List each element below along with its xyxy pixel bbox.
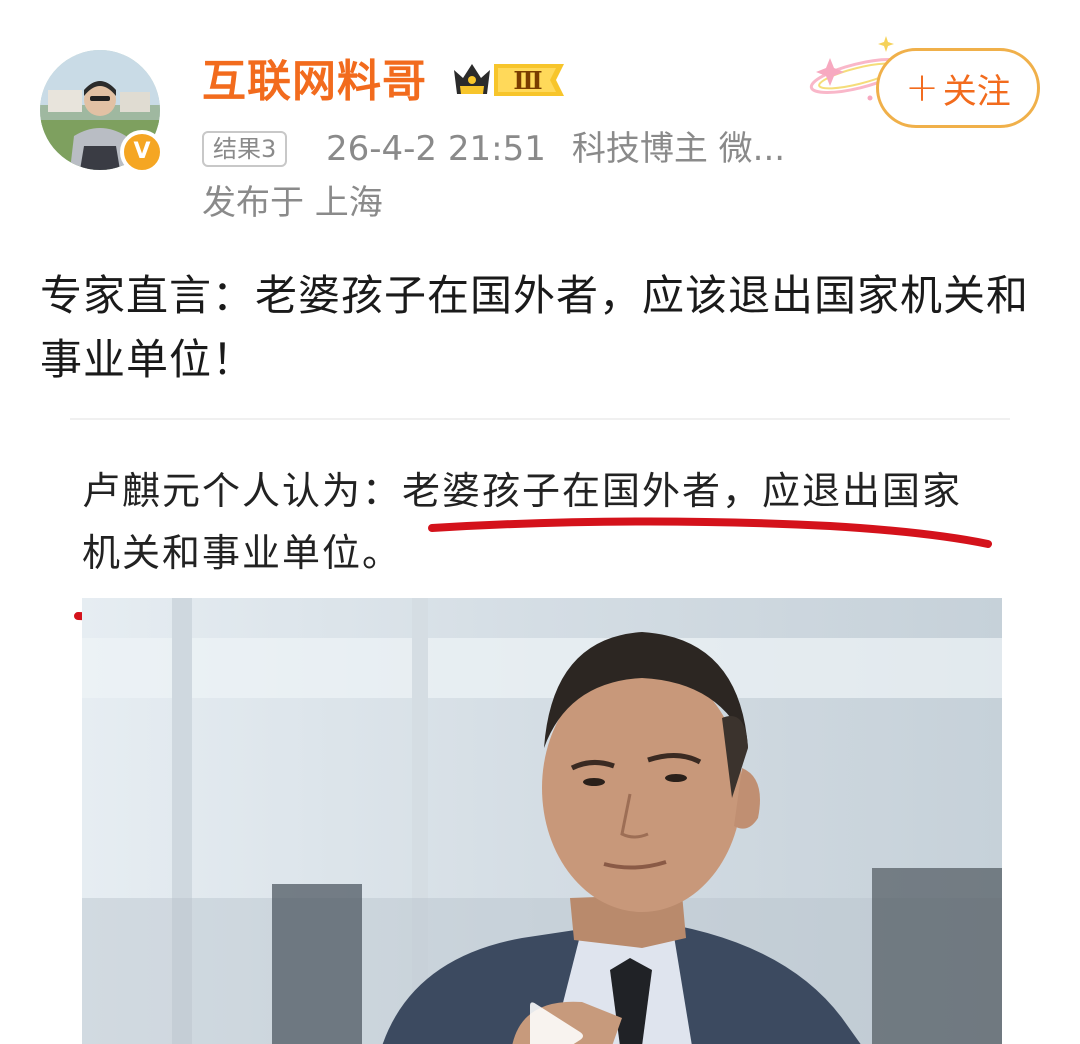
video-thumbnail[interactable] <box>82 598 1002 1044</box>
post-text: 专家直言：老婆孩子在国外者，应该退出国家机关和事业单位！ <box>40 271 1030 384</box>
verified-v-icon: V <box>120 130 164 174</box>
crown-vip-icon: Ⅲ <box>452 58 570 102</box>
result-tag: 结果3 <box>202 131 288 167</box>
author-name[interactable]: 互联网料哥 <box>202 52 427 112</box>
plus-icon: + <box>905 65 939 111</box>
post-image[interactable]: 卢麒元个人认为：老婆孩子在国外者，应退出国家机关和事业单位。 <box>70 418 1010 1044</box>
post-location: 发布于 上海 <box>202 183 383 223</box>
follow-button[interactable]: + 关注 <box>876 48 1040 128</box>
weibo-post: V 互联网料哥 Ⅲ + 关注 结果3 26-4-2 21:51 科技博主 微... <box>0 0 1080 1044</box>
image-caption: 卢麒元个人认为：老婆孩子在国外者，应退出国家机关和事业单位。 <box>82 469 963 575</box>
follow-button-label: 关注 <box>942 71 1011 112</box>
vip-level-text: Ⅲ <box>513 66 542 95</box>
video-scene <box>82 598 1002 1044</box>
post-timestamp: 26-4-2 21:51 <box>326 129 546 169</box>
post-meta: 26-4-2 21:51 科技博主 微... <box>326 124 785 174</box>
author-role: 科技博主 微... <box>571 129 786 169</box>
play-icon[interactable] <box>510 996 590 1044</box>
verified-badge-label: V <box>133 139 151 164</box>
